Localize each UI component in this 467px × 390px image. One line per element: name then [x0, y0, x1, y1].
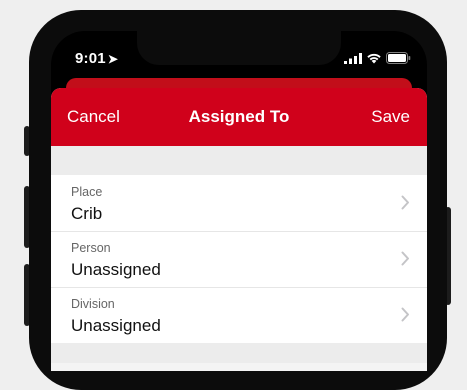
division-row[interactable]: Division Unassigned — [51, 287, 427, 343]
notch — [137, 31, 341, 65]
division-value: Unassigned — [71, 316, 161, 335]
chevron-right-icon — [401, 307, 409, 322]
person-label: Person — [71, 241, 111, 255]
navigation-bar: Cancel Assigned To Save — [51, 88, 427, 146]
wifi-icon — [367, 53, 381, 64]
status-time-text: 9:01 — [75, 50, 106, 67]
place-label: Place — [71, 185, 103, 199]
section-footer — [51, 343, 427, 363]
chevron-right-icon — [401, 195, 409, 210]
assignment-list: Place Crib Person Unassigned Division Un… — [51, 175, 427, 343]
cellular-signal-icon — [344, 52, 362, 64]
phone-screen: 9:01 ➤ Cancel Assigned To Save Place Cri… — [51, 31, 427, 371]
place-value: Crib — [71, 204, 103, 223]
assigned-to-sheet: Cancel Assigned To Save Place Crib Perso… — [51, 88, 427, 371]
status-icons — [344, 52, 411, 64]
division-label: Division — [71, 297, 115, 311]
save-button[interactable]: Save — [371, 107, 410, 127]
chevron-right-icon — [401, 251, 409, 266]
status-time: 9:01 ➤ — [75, 50, 118, 67]
person-value: Unassigned — [71, 260, 161, 279]
person-row[interactable]: Person Unassigned — [51, 231, 427, 287]
location-arrow-icon: ➤ — [107, 52, 119, 66]
place-row[interactable]: Place Crib — [51, 175, 427, 231]
battery-icon — [386, 52, 411, 64]
section-spacer — [51, 146, 427, 175]
